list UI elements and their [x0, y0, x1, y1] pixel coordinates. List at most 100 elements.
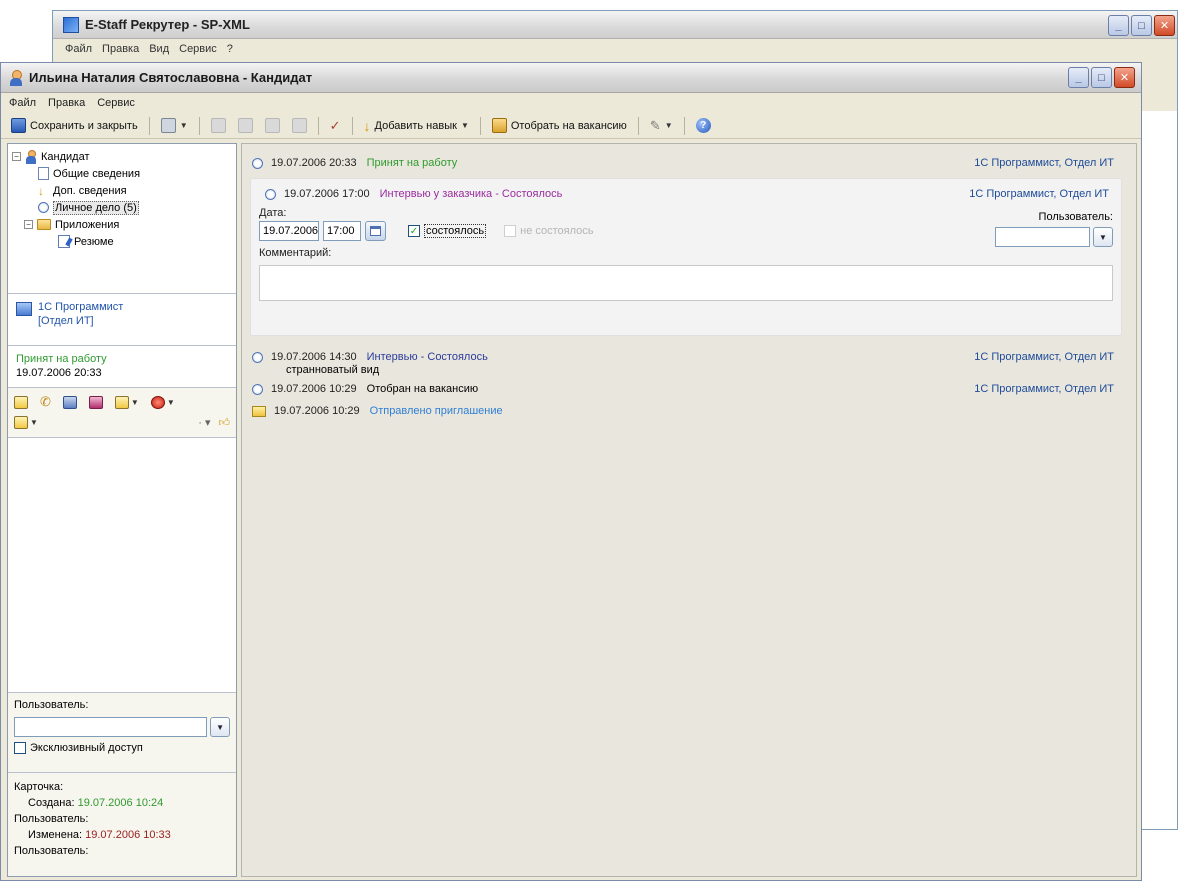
event-type: Принят на работу	[366, 157, 458, 169]
cut-icon	[210, 118, 226, 133]
tree-item-candidate[interactable]: − Кандидат	[12, 148, 232, 165]
event-date: 19.07.2006 10:29	[271, 383, 357, 395]
vacancy-box[interactable]: 1С Программист [Отдел ИТ]	[8, 294, 236, 346]
paste-button[interactable]	[261, 116, 284, 135]
event-row[interactable]: 19.07.2006 20:33 Принят на работу 1С Про…	[242, 152, 1136, 174]
user-field[interactable]	[14, 717, 208, 737]
exclusive-label: Эксклюзивный доступ	[30, 742, 143, 754]
user-combo[interactable]: ▼	[14, 717, 230, 737]
tree-label: Доп. сведения	[53, 184, 127, 197]
note-icon[interactable]	[62, 395, 77, 409]
undo-button[interactable]	[288, 116, 311, 135]
candidate-icon	[9, 69, 23, 86]
maximize-button[interactable]: □	[1091, 67, 1112, 88]
user-box: Пользователь: ▼ Эксклюзивный доступ	[8, 692, 236, 772]
task-icon[interactable]	[88, 395, 103, 409]
menu-service[interactable]: Сервис	[179, 43, 217, 55]
status-text: Принят на работу	[16, 353, 107, 365]
occurred-checkbox[interactable]: ✓	[408, 225, 420, 237]
event-row[interactable]: 19.07.2006 10:29 Отобран на вакансию 1С …	[242, 378, 1136, 400]
parent-titlebar: E-Staff Рекрутер - SP-XML	[53, 11, 1177, 39]
clock-icon	[252, 157, 263, 169]
vacancy-link[interactable]: 1С Программист [Отдел ИТ]	[38, 300, 123, 339]
delete-menu-button[interactable]: ▼	[150, 395, 175, 409]
action-icon-bar: ✆ ▼ ▼ ▼ · ▾ 👍︎	[8, 388, 236, 438]
close-button[interactable]: ✕	[1154, 15, 1175, 36]
parent-content	[1137, 111, 1177, 829]
event-target[interactable]: 1С Программист, Отдел ИТ	[974, 351, 1114, 363]
menubar: Файл Правка Сервис	[1, 93, 1141, 113]
not-occurred-checkbox[interactable]	[504, 225, 517, 237]
menu-file[interactable]: Файл	[9, 97, 36, 109]
copy-button[interactable]	[234, 116, 257, 135]
attach-button[interactable]: ✎ ▼	[646, 116, 677, 136]
user-dropdown-button[interactable]: ▼	[210, 717, 230, 737]
add-skill-label: Добавить навык	[374, 119, 457, 132]
print-button[interactable]: ▼	[157, 116, 192, 135]
menu-service[interactable]: Сервис	[97, 97, 135, 109]
collapse-icon[interactable]: −	[24, 220, 33, 229]
window-title: Ильина Наталия Святославовна - Кандидат	[29, 70, 313, 85]
date-input[interactable]: 19.07.2006	[259, 221, 319, 241]
user-label: Пользователь:	[14, 699, 89, 711]
filter-controls[interactable]: · ▾ 👍︎	[198, 416, 230, 429]
toolbar-separator	[198, 116, 200, 135]
tree-item-additional[interactable]: ↓ Доп. сведения	[12, 182, 232, 199]
event-target[interactable]: 1С Программист, Отдел ИТ	[974, 157, 1114, 169]
maximize-button[interactable]: □	[1131, 15, 1152, 36]
event-target[interactable]: 1С Программист, Отдел ИТ	[974, 383, 1114, 395]
minimize-button[interactable]: _	[1068, 67, 1089, 88]
time-input[interactable]: 17:00	[323, 221, 361, 241]
event-row[interactable]: 19.07.2006 17:00 Интервью у заказчика - …	[259, 183, 1113, 205]
event-user-dropdown-button[interactable]: ▼	[1093, 227, 1113, 247]
save-close-button[interactable]: Сохранить и закрыть	[7, 116, 142, 135]
menu-edit[interactable]: Правка	[48, 97, 85, 109]
menu-edit[interactable]: Правка	[102, 43, 139, 55]
tree-item-resume[interactable]: Резюме	[12, 233, 232, 250]
phone-icon[interactable]: ✆	[40, 394, 51, 410]
event-user-combo[interactable]: ▼	[995, 227, 1113, 247]
copy-icon	[237, 118, 253, 133]
event-editor: 19.07.2006 17:00 Интервью у заказчика - …	[250, 178, 1122, 336]
event-menu-button[interactable]: ▼	[114, 395, 139, 409]
calendar-icon	[370, 226, 381, 236]
arrow-down-icon: ↓	[363, 117, 371, 134]
minimize-button[interactable]: _	[1108, 15, 1129, 36]
mail-menu-button[interactable]: ▼	[14, 415, 38, 429]
parent-window-buttons: _ □ ✕	[1108, 15, 1175, 36]
save-close-label: Сохранить и закрыть	[30, 119, 138, 132]
chevron-down-icon: ▼	[130, 397, 139, 407]
exclusive-access[interactable]: Эксклюзивный доступ	[14, 742, 230, 754]
menu-file[interactable]: Файл	[65, 43, 92, 55]
spellcheck-button[interactable]: ✓	[326, 116, 345, 136]
event-user-input[interactable]	[995, 227, 1090, 247]
tree-item-personal-file[interactable]: Личное дело (5)	[12, 199, 232, 216]
tree-item-general[interactable]: Общие сведения	[12, 165, 232, 182]
event-type: Интервью - Состоялось	[366, 351, 488, 363]
menu-help[interactable]: ?	[227, 43, 233, 55]
menu-view[interactable]: Вид	[149, 43, 169, 55]
exclusive-checkbox[interactable]	[14, 742, 26, 754]
select-vacancy-button[interactable]: Отобрать на вакансию	[488, 116, 631, 135]
tree-item-attachments[interactable]: − Приложения	[12, 216, 232, 233]
add-skill-button[interactable]: ↓ Добавить навык ▼	[360, 116, 473, 136]
cut-button[interactable]	[207, 116, 230, 135]
clock-icon	[252, 351, 263, 363]
occurred-label: состоялось	[424, 224, 487, 238]
tree-label: Резюме	[74, 235, 114, 248]
status-box: Принят на работу 19.07.2006 20:33	[8, 346, 236, 388]
event-row[interactable]: 19.07.2006 14:30 Интервью - Состоялось 1…	[242, 346, 1136, 368]
close-button[interactable]: ✕	[1114, 67, 1135, 88]
help-button[interactable]: ?	[692, 116, 715, 135]
collapse-icon[interactable]: −	[12, 152, 21, 161]
vacancy-icon	[16, 302, 32, 316]
event-target[interactable]: 1С Программист, Отдел ИТ	[969, 188, 1109, 200]
candidate-window: Ильина Наталия Святославовна - Кандидат …	[0, 62, 1142, 881]
folder-icon	[37, 219, 51, 230]
event-row[interactable]: 19.07.2006 10:29 Отправлено приглашение	[242, 400, 1136, 422]
chevron-down-icon: ▼	[1099, 232, 1107, 242]
card-label: Карточка:	[14, 781, 64, 793]
calendar-button[interactable]	[365, 221, 386, 241]
folder-icon[interactable]	[14, 395, 28, 409]
comment-input[interactable]	[259, 265, 1113, 301]
